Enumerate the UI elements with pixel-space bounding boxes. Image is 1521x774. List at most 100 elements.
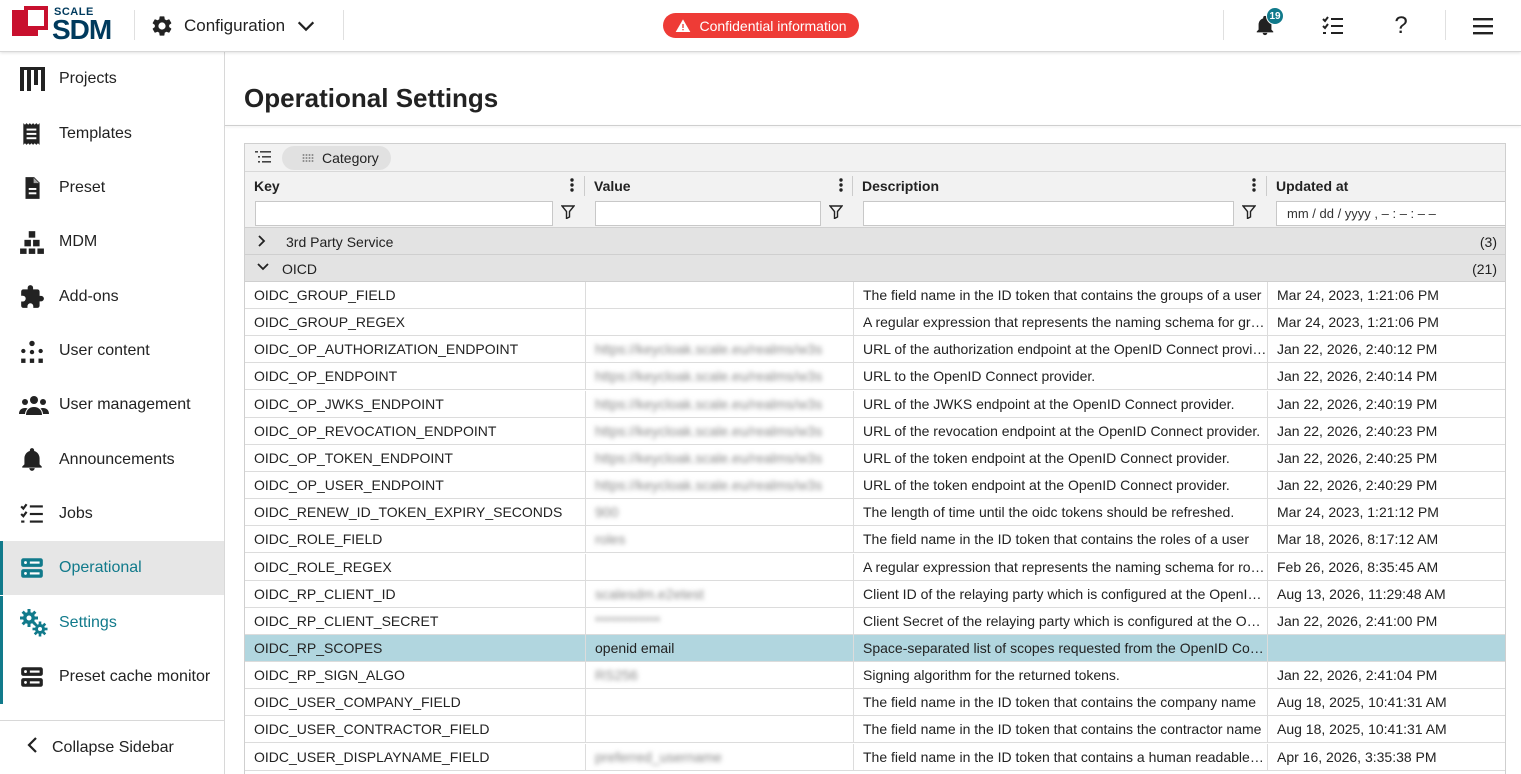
cell-updated: Jan 22, 2026, 2:40:14 PM — [1267, 363, 1505, 391]
cell-description: A regular expression that represents the… — [853, 309, 1267, 337]
chevron-right-icon[interactable] — [257, 235, 267, 247]
cell-description: URL to the OpenID Connect provider. — [853, 363, 1267, 391]
server-icon — [19, 555, 53, 581]
group-row-3rd-party-service[interactable]: 3rd Party Service (3) — [245, 228, 1505, 255]
sidebar-item-user-content[interactable]: User content — [0, 324, 224, 378]
sidebar-item-jobs[interactable]: Jobs — [0, 487, 224, 541]
group-row-oicd[interactable]: OICD (21) — [245, 255, 1505, 282]
column-header-updated-at[interactable]: Updated at — [1267, 172, 1505, 199]
table-row[interactable]: OIDC_ROLE_FIELD roles The field name in th… — [245, 526, 1505, 554]
cell-value: https://keycloak.scale.eu/realms/w3s — [585, 472, 853, 500]
table-row[interactable]: OIDC_RENEW_ID_TOKEN_EXPIRY_SECONDS 900 The… — [245, 499, 1505, 527]
workspace-label: Configuration — [184, 16, 286, 35]
sidebar-item-projects[interactable]: Projects — [0, 52, 224, 106]
table-row[interactable]: OIDC_OP_JWKS_ENDPOINT https://keycloak.sc… — [245, 390, 1505, 418]
cell-updated: Jan 22, 2026, 2:40:23 PM — [1267, 417, 1505, 445]
cell-description: Signing algorithm for the returned token… — [853, 662, 1267, 690]
cell-description: Client Secret of the relaying party whic… — [853, 607, 1267, 635]
cell-value: https://keycloak.scale.eu/realms/w3s — [585, 417, 853, 445]
sidebar-item-mdm[interactable]: MDM — [0, 215, 224, 269]
cell-key: OIDC_USER_CONTRACTOR_FIELD — [254, 721, 490, 738]
cell-description: A regular expression that represents the… — [853, 553, 1267, 581]
cell-description: URL of the revocation endpoint at the Op… — [853, 417, 1267, 445]
table-row[interactable]: OIDC_USER_DISPLAYNAME_FIELD preferred_use… — [245, 743, 1505, 771]
table-row[interactable]: OIDC_RP_CLIENT_ID scalesdm.e2etest Client … — [245, 580, 1505, 608]
scale-sdm-logo[interactable]: SCALE SDM — [12, 6, 116, 45]
cell-value — [585, 689, 853, 717]
column-menu-icon[interactable] — [1252, 178, 1256, 192]
cell-value — [585, 716, 853, 744]
tasks-button[interactable] — [1319, 12, 1347, 40]
cell-key: OIDC_GROUP_REGEX — [254, 314, 405, 331]
column-list-icon[interactable] — [255, 150, 271, 169]
cell-value: openid email — [585, 634, 853, 662]
table-row[interactable]: OIDC_USER_COMPANY_FIELD The field name in… — [245, 689, 1505, 717]
updated-at-filter-input[interactable]: mm / dd / yyyy , – : – : – – — [1276, 201, 1505, 226]
table-row[interactable]: OIDC_OP_ENDPOINT https://keycloak.scale.e… — [245, 363, 1505, 391]
drag-handle-icon[interactable] — [302, 153, 314, 163]
table-row[interactable]: OIDC_OP_REVOCATION_ENDPOINT https://keycl… — [245, 417, 1505, 445]
column-menu-icon[interactable] — [839, 178, 843, 192]
filter-icon[interactable] — [829, 205, 843, 219]
sidebar-item-preset[interactable]: Preset — [0, 161, 224, 215]
sidebar-item-templates[interactable]: Templates — [0, 107, 224, 161]
cell-value: RS256 — [585, 662, 853, 690]
filter-icon[interactable] — [1242, 205, 1256, 219]
table-row[interactable]: OIDC_GROUP_REGEX A regular expression tha… — [245, 309, 1505, 337]
table-row[interactable]: OIDC_GROUP_FIELD The field name in the ID… — [245, 282, 1505, 309]
table-row[interactable]: OIDC_RP_SCOPES openid email Space-separate… — [245, 634, 1505, 662]
receipt-icon — [19, 121, 53, 147]
confidential-badge: Confidential information — [663, 13, 859, 38]
sidebar-item-operational[interactable]: Operational — [0, 541, 224, 595]
column-header-key[interactable]: Key — [245, 172, 584, 199]
cell-description: Space-separated list of scopes requested… — [853, 634, 1267, 662]
table-row[interactable]: OIDC_OP_AUTHORIZATION_ENDPOINT https://ke… — [245, 336, 1505, 364]
sidebar-item-user-management[interactable]: User management — [0, 378, 224, 432]
cell-key: OIDC_OP_REVOCATION_ENDPOINT — [254, 422, 497, 439]
column-header-value[interactable]: Value — [585, 172, 853, 199]
main-menu-button[interactable] — [1469, 12, 1497, 40]
key-filter-input[interactable] — [255, 201, 553, 226]
cell-value: https://keycloak.scale.eu/realms/w3s — [585, 444, 853, 472]
cell-updated: Aug 18, 2025, 10:41:31 AM — [1267, 716, 1505, 744]
filter-icon[interactable] — [561, 205, 575, 219]
workspace-selector[interactable]: Configuration — [150, 12, 317, 40]
cell-description: URL of the authorization endpoint at the… — [853, 336, 1267, 364]
chevron-down-icon[interactable] — [257, 262, 269, 272]
hamburger-menu-icon — [1473, 18, 1493, 35]
group-panel: Category — [245, 144, 1505, 172]
table-row[interactable]: OIDC_ROLE_REGEX A regular expression that… — [245, 553, 1505, 581]
cell-updated: Feb 26, 2026, 8:35:45 AM — [1267, 553, 1505, 581]
column-headers: Key Value Description Updated at — [245, 172, 1505, 199]
table-row[interactable]: OIDC_OP_USER_ENDPOINT https://keycloak.sc… — [245, 472, 1505, 500]
column-menu-icon[interactable] — [570, 178, 574, 192]
cell-key: OIDC_RENEW_ID_TOKEN_EXPIRY_SECONDS — [254, 504, 563, 521]
puzzle-icon — [19, 284, 53, 310]
cell-value: 900 — [585, 499, 853, 527]
sidebar-item-preset-cache-monitor[interactable]: Preset cache monitor — [0, 650, 224, 704]
group-chip-category[interactable]: Category — [282, 146, 391, 170]
settings-grid: Category Key Value Description Updated a… — [244, 143, 1506, 774]
table-row[interactable]: OIDC_RP_SIGN_ALGO RS256 Signing algorithm … — [245, 662, 1505, 690]
table-row[interactable]: OIDC_OP_TOKEN_ENDPOINT https://keycloak.s… — [245, 444, 1505, 472]
cell-value: preferred_username — [585, 743, 853, 771]
cell-updated: Apr 16, 2026, 3:35:38 PM — [1267, 743, 1505, 771]
column-header-description[interactable]: Description — [853, 172, 1266, 199]
chevron-down-icon — [298, 21, 315, 32]
value-filter-input[interactable] — [595, 201, 821, 226]
cell-description: The field name in the ID token that cont… — [853, 282, 1267, 309]
table-row[interactable]: OIDC_RP_CLIENT_SECRET ************ Client … — [245, 607, 1505, 635]
cell-description: URL of the JWKS endpoint at the OpenID C… — [853, 390, 1267, 418]
cell-updated: Aug 13, 2026, 11:29:48 AM — [1267, 580, 1505, 608]
description-filter-input[interactable] — [863, 201, 1234, 226]
sidebar-item-add-ons[interactable]: Add-ons — [0, 270, 224, 324]
cell-description: The field name in the ID token that cont… — [853, 526, 1267, 554]
top-bar: SCALE SDM Configuration Confidential inf… — [0, 0, 1521, 52]
table-row[interactable]: OIDC_USER_CONTRACTOR_FIELD The field name… — [245, 716, 1505, 744]
collapse-sidebar-button[interactable]: Collapse Sidebar — [0, 720, 224, 774]
cell-key: OIDC_ROLE_FIELD — [254, 531, 383, 548]
sidebar-item-announcements[interactable]: Announcements — [0, 433, 224, 487]
sidebar-item-settings[interactable]: Settings — [0, 596, 224, 650]
hierarchy-icon — [19, 229, 53, 255]
help-button[interactable]: ? — [1387, 12, 1415, 40]
